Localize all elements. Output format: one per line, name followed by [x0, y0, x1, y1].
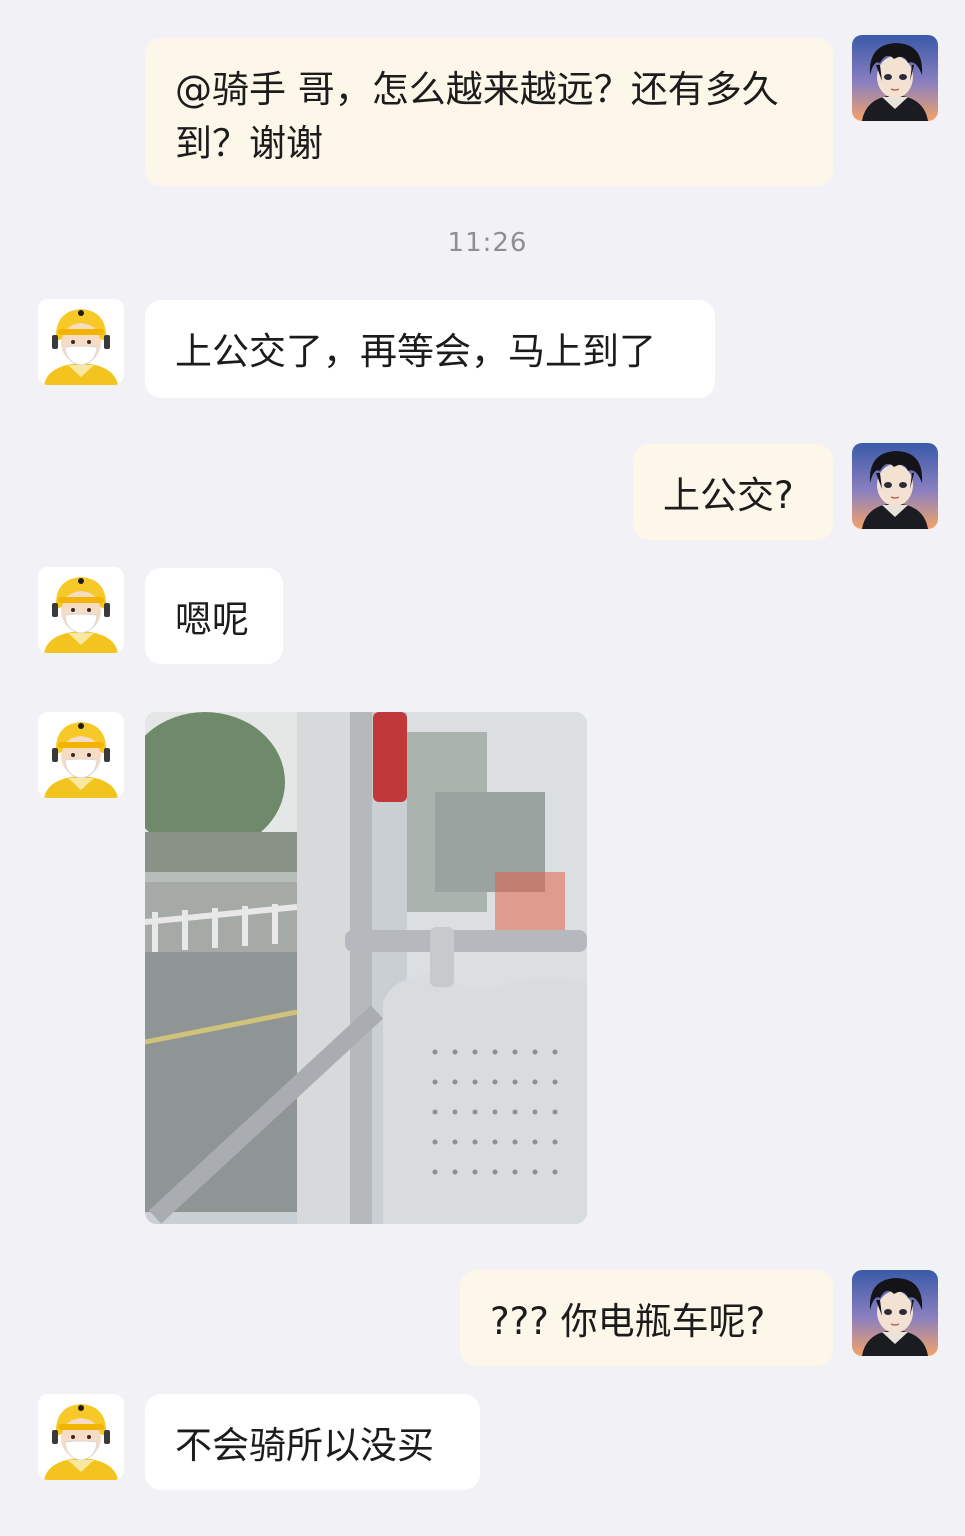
bus-interior-photo[interactable]: [145, 712, 587, 1224]
message-text: @骑手 哥，怎么越来越远？还有多久到？谢谢: [175, 68, 779, 165]
rider-message-bubble[interactable]: 上公交了，再等会，马上到了: [145, 300, 715, 398]
my-avatar[interactable]: [852, 443, 938, 529]
my-message-bubble[interactable]: ??? 你电瓶车呢?: [460, 1270, 833, 1366]
chat-window: @骑手 哥，怎么越来越远？还有多久到？谢谢 11:26 上公交了，再等会，马上到…: [0, 0, 965, 1536]
rider-message-bubble[interactable]: 不会骑所以没买: [145, 1394, 480, 1490]
anime-boy-avatar-icon: [852, 443, 938, 529]
anime-boy-avatar-icon: [852, 1270, 938, 1356]
my-message-bubble[interactable]: @骑手 哥，怎么越来越远？还有多久到？谢谢: [145, 38, 833, 186]
rider-avatar[interactable]: [38, 299, 124, 385]
delivery-rider-avatar-icon: [38, 567, 124, 653]
rider-avatar[interactable]: [38, 712, 124, 798]
my-avatar[interactable]: [852, 35, 938, 121]
message-text: 上公交了，再等会，马上到了: [175, 330, 656, 373]
message-text: 嗯呢: [175, 598, 249, 641]
anime-boy-avatar-icon: [852, 35, 938, 121]
delivery-rider-avatar-icon: [38, 299, 124, 385]
message-text: 不会骑所以没买: [175, 1424, 434, 1467]
message-text: ??? 你电瓶车呢?: [490, 1300, 766, 1343]
rider-avatar[interactable]: [38, 567, 124, 653]
delivery-rider-avatar-icon: [38, 712, 124, 798]
message-text: 上公交?: [663, 474, 794, 517]
my-message-bubble[interactable]: 上公交?: [633, 444, 833, 540]
message-timestamp: 11:26: [447, 228, 528, 258]
delivery-rider-avatar-icon: [38, 1394, 124, 1480]
rider-message-bubble[interactable]: 嗯呢: [145, 568, 283, 664]
rider-avatar[interactable]: [38, 1394, 124, 1480]
my-avatar[interactable]: [852, 1270, 938, 1356]
bus-photo-image: [145, 712, 587, 1224]
